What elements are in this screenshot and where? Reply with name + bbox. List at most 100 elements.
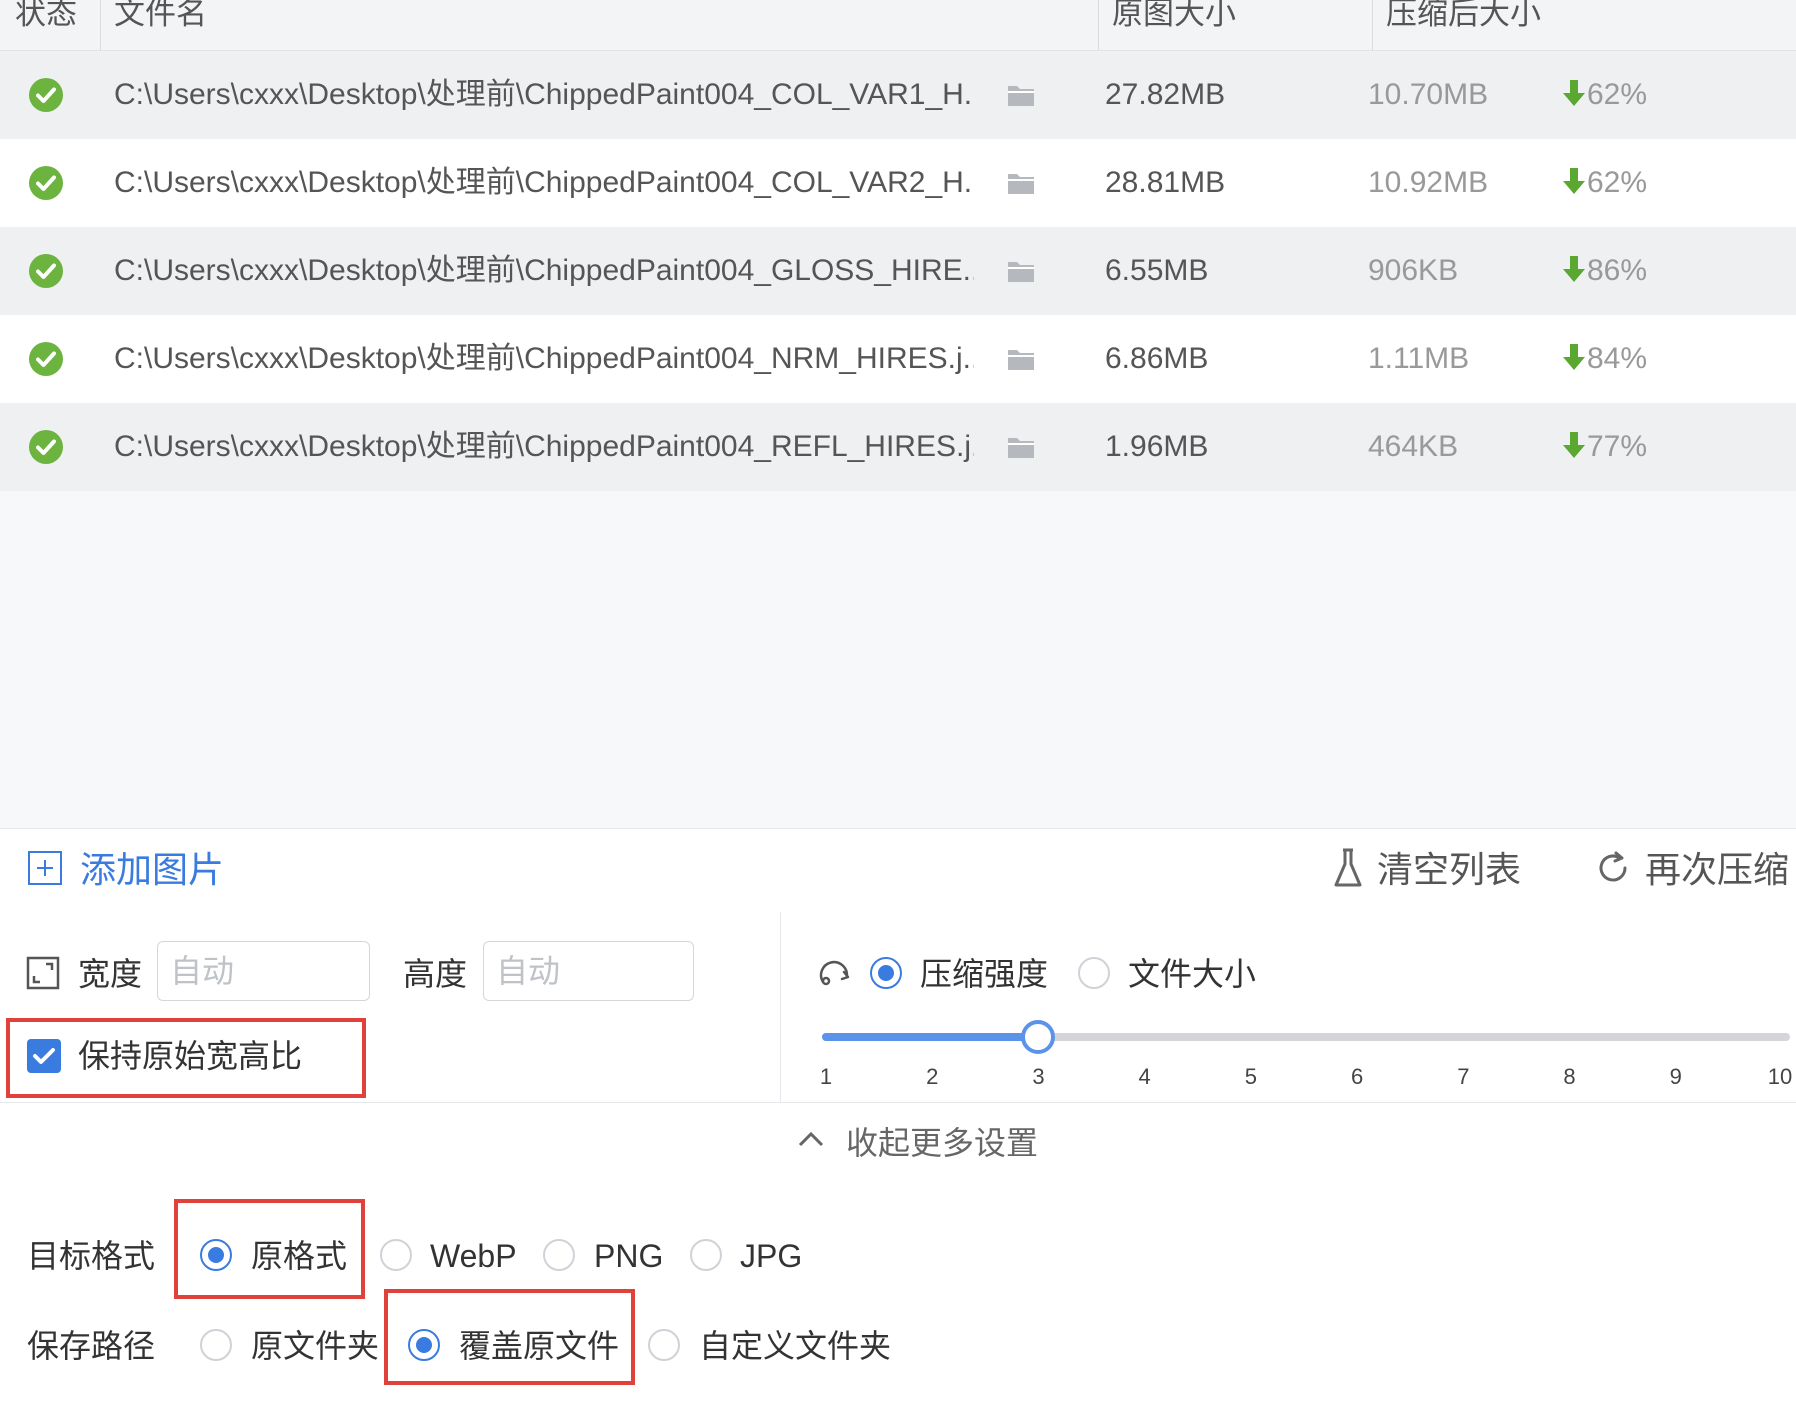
mode-strength-label[interactable]: 压缩强度 <box>920 954 1048 994</box>
width-label: 宽度 <box>78 956 143 992</box>
strength-slider-fill <box>822 1033 1039 1041</box>
format-webp-label[interactable]: WebP <box>430 1236 517 1276</box>
save-original-folder-radio[interactable] <box>200 1329 232 1361</box>
format-label: 目标格式 <box>27 1238 156 1274</box>
original-size: 6.55MB <box>1105 254 1209 287</box>
slider-tick-label: 5 <box>1244 1064 1257 1089</box>
compressed-size: 10.70MB <box>1368 78 1489 111</box>
checkmark-icon <box>33 1048 55 1064</box>
folder-icon[interactable] <box>1007 435 1035 459</box>
file-path: C:\Users\cxxx\Desktop\处理前\ChippedPaint00… <box>114 430 974 463</box>
arrow-down-icon <box>1563 168 1585 195</box>
format-original-label[interactable]: 原格式 <box>251 1236 347 1276</box>
slider-tick-label: 7 <box>1457 1064 1470 1089</box>
compressed-size: 906KB <box>1368 254 1459 287</box>
format-png-radio[interactable] <box>543 1239 575 1271</box>
slider-tick-label: 6 <box>1350 1064 1364 1089</box>
save-original-folder-label[interactable]: 原文件夹 <box>251 1326 379 1366</box>
format-original-radio[interactable] <box>200 1239 232 1271</box>
height-input[interactable] <box>483 941 694 1001</box>
header-filename[interactable]: 文件名 <box>114 0 207 50</box>
header-divider[interactable] <box>100 0 101 50</box>
add-images-button[interactable]: 添加图片 <box>28 847 224 893</box>
arrow-down-icon <box>1563 432 1585 459</box>
reduction-percent: 86% <box>1563 249 1647 293</box>
folder-icon[interactable] <box>1007 259 1035 283</box>
slider-tick-label: 9 <box>1669 1064 1682 1089</box>
header-compressed-size[interactable]: 压缩后大小 <box>1386 0 1541 50</box>
format-jpg-radio[interactable] <box>690 1239 722 1271</box>
header-status[interactable]: 状态 <box>15 0 77 50</box>
refresh-icon <box>1599 851 1627 882</box>
file-path: C:\Users\cxxx\Desktop\处理前\ChippedPaint00… <box>114 166 974 199</box>
check-circle-icon <box>29 166 63 200</box>
header-divider[interactable] <box>1372 0 1373 50</box>
compressed-size: 10.92MB <box>1368 166 1489 199</box>
mode-filesize-radio[interactable] <box>1078 957 1110 989</box>
check-circle-icon <box>29 430 63 464</box>
folder-icon[interactable] <box>1007 83 1035 107</box>
save-path-label: 保存路径 <box>27 1328 156 1364</box>
broom-icon <box>1334 848 1362 887</box>
folder-icon[interactable] <box>1007 171 1035 195</box>
table-row[interactable]: C:\Users\cxxx\Desktop\处理前\ChippedPaint00… <box>0 403 1796 491</box>
save-overwrite-label[interactable]: 覆盖原文件 <box>459 1326 619 1366</box>
recompress-label: 再次压缩 <box>1645 849 1790 890</box>
check-circle-icon <box>29 342 63 376</box>
slider-tick-label: 4 <box>1138 1064 1151 1089</box>
resize-icon <box>26 956 60 990</box>
keep-ratio-checkbox[interactable] <box>27 1039 61 1073</box>
recompress-button[interactable]: 再次压缩 <box>1595 847 1789 893</box>
compressed-size: 464KB <box>1368 430 1459 463</box>
header-original-size[interactable]: 原图大小 <box>1112 0 1236 50</box>
mode-filesize-label[interactable]: 文件大小 <box>1128 954 1256 994</box>
arrow-down-icon <box>1563 80 1585 107</box>
compressed-size: 1.11MB <box>1368 342 1470 375</box>
format-png-label[interactable]: PNG <box>594 1236 663 1276</box>
slider-tick-label: 3 <box>1032 1064 1045 1089</box>
format-jpg-label[interactable]: JPG <box>740 1236 802 1276</box>
action-bar: 添加图片 清空列表 再次压缩 <box>0 828 1796 913</box>
clear-list-button[interactable]: 清空列表 <box>1333 847 1521 893</box>
collapse-settings-bar[interactable]: 收起更多设置 <box>0 1102 1796 1184</box>
original-size: 6.86MB <box>1105 342 1209 375</box>
save-custom-folder-radio[interactable] <box>648 1329 680 1361</box>
keep-ratio-label[interactable]: 保持原始宽高比 <box>78 1036 302 1076</box>
width-input[interactable] <box>157 941 370 1001</box>
save-custom-folder-label[interactable]: 自定义文件夹 <box>699 1326 891 1366</box>
check-circle-icon <box>29 254 63 288</box>
original-size: 27.82MB <box>1105 78 1226 111</box>
chevron-up-icon <box>798 1131 824 1147</box>
file-path: C:\Users\cxxx\Desktop\处理前\ChippedPaint00… <box>114 254 974 287</box>
format-webp-radio[interactable] <box>380 1239 412 1271</box>
strength-slider-track[interactable] <box>822 1033 1790 1041</box>
slider-tick-label: 1 <box>819 1064 833 1089</box>
reduction-percent: 62% <box>1563 161 1647 205</box>
table-row[interactable]: C:\Users\cxxx\Desktop\处理前\ChippedPaint00… <box>0 315 1796 403</box>
height-label: 高度 <box>403 956 468 992</box>
table-header: 状态 文件名 原图大小 压缩后大小 <box>0 0 1796 51</box>
collapse-settings-label: 收起更多设置 <box>846 1125 1039 1161</box>
slider-tick-label: 2 <box>926 1064 939 1089</box>
arrow-down-icon <box>1563 256 1585 283</box>
settings-divider <box>780 912 781 1102</box>
slider-tick-label: 8 <box>1563 1064 1576 1089</box>
check-circle-icon <box>29 78 63 112</box>
reduction-percent: 84% <box>1563 337 1647 381</box>
slider-tick-label: 10 <box>1767 1064 1793 1089</box>
original-size: 28.81MB <box>1105 166 1226 199</box>
clear-list-label: 清空列表 <box>1377 849 1522 890</box>
table-row[interactable]: C:\Users\cxxx\Desktop\处理前\ChippedPaint00… <box>0 51 1796 139</box>
plus-square-icon <box>28 851 62 886</box>
file-path: C:\Users\cxxx\Desktop\处理前\ChippedPaint00… <box>114 342 974 375</box>
add-images-label: 添加图片 <box>80 849 225 890</box>
reduction-percent: 77% <box>1563 425 1647 469</box>
header-divider[interactable] <box>1098 0 1099 50</box>
arrow-down-icon <box>1563 344 1585 371</box>
reduction-percent: 62% <box>1563 73 1647 117</box>
mode-strength-radio[interactable] <box>870 957 902 989</box>
table-row[interactable]: C:\Users\cxxx\Desktop\处理前\ChippedPaint00… <box>0 227 1796 315</box>
folder-icon[interactable] <box>1007 347 1035 371</box>
save-overwrite-radio[interactable] <box>408 1329 440 1361</box>
table-row[interactable]: C:\Users\cxxx\Desktop\处理前\ChippedPaint00… <box>0 139 1796 227</box>
